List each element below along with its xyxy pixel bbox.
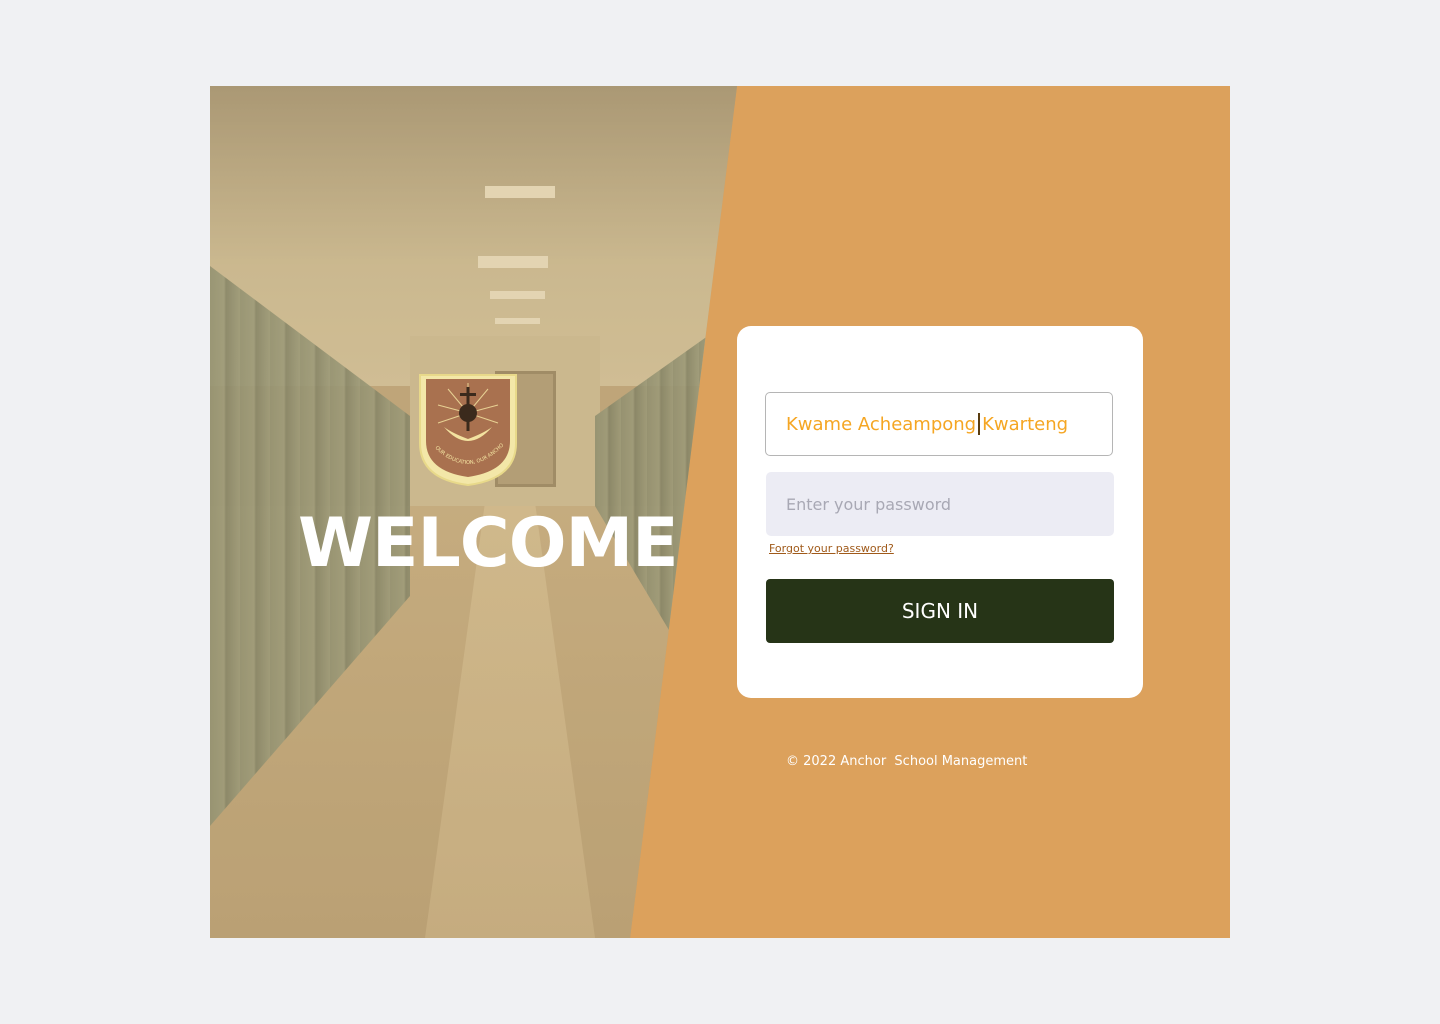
sign-in-button[interactable]: SIGN IN — [766, 579, 1114, 643]
text-caret — [978, 413, 981, 435]
username-value-start: Kwame Acheampong — [786, 413, 977, 435]
welcome-heading: WELCOME — [298, 504, 679, 583]
school-crest-icon: OUR EDUCATION, OUR ANCHOR, OUR FUTURE — [418, 373, 517, 487]
forgot-password-link[interactable]: Forgot your password? — [769, 542, 894, 555]
password-input[interactable] — [766, 472, 1114, 536]
login-frame: OUR EDUCATION, OUR ANCHOR, OUR FUTURE WE… — [210, 86, 1230, 938]
username-value-end: Kwarteng — [982, 413, 1069, 435]
copyright-footer: © 2022 Anchor School Management — [786, 754, 1028, 769]
username-input[interactable]: Kwame Acheampong Kwarteng — [765, 392, 1113, 456]
login-card: Kwame Acheampong Kwarteng Forgot your pas… — [737, 326, 1143, 698]
